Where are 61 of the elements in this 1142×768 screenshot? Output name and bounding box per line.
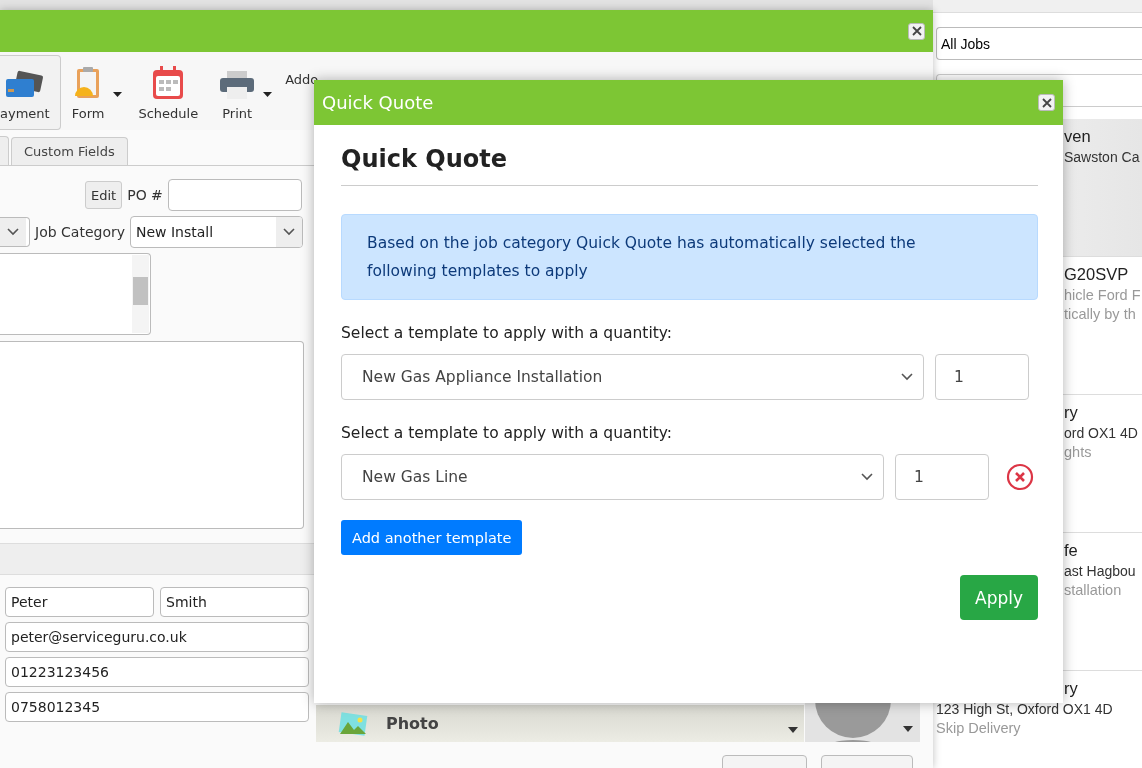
edit-button[interactable]: Edit — [85, 181, 123, 209]
po-input[interactable] — [167, 179, 302, 211]
text-area[interactable] — [0, 253, 151, 335]
image-icon — [338, 711, 368, 736]
job-description: hicle Ford F — [1063, 287, 1142, 303]
last-name-input[interactable]: Smith — [160, 587, 309, 617]
dialog-title: Quick Quote — [322, 92, 434, 113]
photo-label: Photo — [386, 714, 439, 733]
chevron-icon — [901, 373, 913, 381]
close-icon — [911, 26, 922, 36]
chevron-icon — [283, 228, 295, 236]
caret-icon[interactable] — [113, 92, 123, 97]
job-filter-select[interactable]: All Jobs — [936, 27, 1142, 60]
add-template-button[interactable]: Add another template — [341, 520, 523, 555]
job-description: stallation — [1063, 582, 1123, 598]
calendar-icon — [152, 66, 185, 100]
toolbar-button[interactable]: ayment — [0, 55, 61, 130]
job-description: Skip Delivery — [935, 720, 1022, 736]
scrollbar[interactable] — [132, 255, 149, 333]
template-select[interactable]: New Gas Appliance Installation — [341, 354, 924, 400]
job-category-label: Job Category — [35, 224, 125, 240]
template-select[interactable]: New Gas Line — [341, 454, 884, 500]
info-alert: Based on the job category Quick Quote has automatically selected the following templates to apply — [341, 214, 1038, 300]
job-category-select[interactable]: New Install — [130, 216, 303, 248]
job-address: Sawston Ca — [1063, 149, 1141, 165]
first-name-input[interactable]: Peter — [5, 587, 154, 617]
job-address: ord OX1 4D — [1063, 425, 1139, 441]
po-label: PO # — [127, 187, 163, 203]
job-title: G20SVP — [1063, 265, 1130, 284]
photo-bar[interactable]: Photo — [316, 705, 804, 742]
credit-card-icon — [5, 70, 44, 100]
caret-icon[interactable] — [263, 92, 273, 97]
dialog-heading: Quick Quote — [341, 145, 1038, 186]
mobile-input[interactable]: 0758012345 — [5, 692, 309, 722]
select-field[interactable] — [0, 217, 30, 247]
toolbar-button[interactable]: Schedule — [127, 55, 210, 130]
template-label: Select a template to apply with a quantity: — [341, 424, 674, 442]
template-label: Select a template to apply with a quantity: — [341, 324, 674, 342]
quantity-input[interactable]: 1 — [895, 454, 989, 500]
close-icon — [1041, 97, 1052, 108]
chevron-icon — [7, 228, 19, 236]
job-address: 123 High St, Oxford OX1 4D — [935, 701, 1114, 717]
job-description: tically by th — [1063, 306, 1137, 322]
job-title: ven — [1063, 127, 1092, 146]
printer-icon — [220, 70, 255, 100]
remove-icon[interactable] — [1006, 463, 1034, 491]
close-button[interactable] — [908, 22, 925, 40]
job-address: ast Hagbou — [1063, 563, 1137, 579]
job-description: ghts — [1063, 444, 1093, 460]
caret-icon[interactable] — [788, 727, 798, 733]
toolbar-button[interactable]: Form — [60, 55, 128, 130]
job-title: ry — [1063, 403, 1079, 422]
tab[interactable]: Custom Fields — [11, 137, 128, 165]
job-title: ry — [1063, 679, 1079, 698]
close-button[interactable] — [1038, 94, 1055, 111]
chevron-icon — [861, 473, 873, 481]
toolbar-button[interactable]: Print — [209, 55, 278, 130]
job-title: fe — [1063, 541, 1079, 560]
email-input[interactable]: peter@serviceguru.co.uk — [5, 622, 309, 652]
quantity-input[interactable]: 1 — [935, 354, 1029, 400]
phone-input[interactable]: 01223123456 — [5, 657, 309, 687]
